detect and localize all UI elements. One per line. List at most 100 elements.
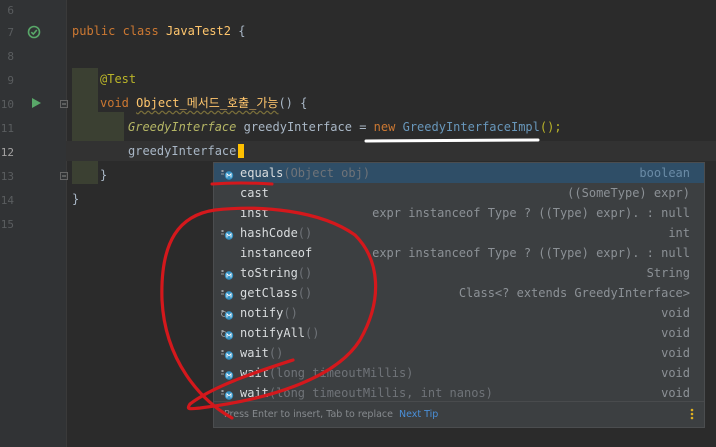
code-line-10[interactable]: void Object_메서드_호출_가능() { — [100, 93, 307, 113]
completion-return-type: void — [661, 386, 690, 400]
test-passed-icon[interactable] — [27, 25, 41, 39]
completion-name: notifyAll() — [240, 326, 320, 340]
method-icon — [220, 267, 234, 280]
completion-name: hashCode() — [240, 226, 313, 240]
line-number: 6 — [7, 4, 14, 17]
completion-item-cast[interactable]: cast ((SomeType) expr) — [214, 183, 704, 203]
final-method-icon — [220, 327, 234, 340]
keyword: new — [373, 120, 396, 134]
completion-params: (long timeoutMillis) — [268, 366, 414, 380]
completion-return-type: String — [646, 266, 690, 280]
method-icon — [220, 227, 234, 240]
next-tip-link[interactable]: Next Tip — [399, 409, 438, 420]
completion-params: () — [283, 306, 298, 320]
code-line-14[interactable]: } — [72, 189, 79, 209]
completion-params: (long timeoutMillis, int nanos) — [268, 386, 493, 400]
method-icon — [220, 347, 234, 360]
completion-item-wait[interactable]: wait(long timeoutMillis) void — [214, 363, 704, 383]
completion-params: () — [305, 326, 320, 340]
code-line-13[interactable]: } — [100, 165, 107, 185]
completion-item-inst[interactable]: inst expr instanceof Type ? ((Type) expr)… — [214, 203, 704, 223]
completion-return-type: Class<? extends GreedyInterface> — [458, 286, 690, 300]
line-number: 7 — [7, 26, 14, 39]
brace: { — [230, 24, 246, 38]
completion-return-type: int — [668, 226, 690, 240]
code-line-9[interactable]: @Test — [100, 69, 136, 89]
completion-item-equals[interactable]: equals(Object obj) boolean — [214, 163, 704, 183]
closing-brace: } — [72, 192, 80, 206]
completion-name: equals(Object obj) — [240, 166, 371, 180]
variable-name: greedyInterface — [243, 120, 352, 134]
editor-gutter: 6 7 8 9 10 11 12 13 14 15 — [0, 0, 68, 447]
completion-params: () — [297, 226, 313, 240]
completion-return-type: void — [661, 326, 690, 340]
line-number: 14 — [0, 194, 14, 207]
completion-item-wait[interactable]: wait() void — [214, 343, 704, 363]
line-number: 10 — [0, 98, 14, 111]
type-name: GreedyInterface — [128, 120, 237, 134]
completion-params: () — [268, 346, 284, 360]
method-icon — [220, 167, 234, 180]
autocomplete-popup[interactable]: equals(Object obj) boolean cast ((SomeType)… — [213, 162, 705, 428]
line-number: 15 — [0, 218, 14, 231]
completion-item-hashCode[interactable]: hashCode() int — [214, 223, 704, 243]
completion-item-notify[interactable]: notify() void — [214, 303, 704, 323]
scope-highlight — [72, 68, 98, 184]
line-number: 13 — [0, 170, 14, 183]
completion-name: instanceof — [240, 246, 313, 260]
fold-marker-icon[interactable] — [60, 100, 68, 108]
completion-name: cast — [240, 186, 269, 200]
completion-item-instanceof[interactable]: instanceof expr instanceof Type ? ((Type)… — [214, 243, 704, 263]
completion-name: toString() — [240, 266, 313, 280]
completion-return-type: ((SomeType) expr) — [567, 186, 690, 200]
completion-name: notify() — [240, 306, 298, 320]
line-number: 9 — [7, 74, 14, 87]
code-line-12[interactable]: greedyInterface. — [128, 141, 244, 161]
completion-return-type: boolean — [639, 166, 690, 180]
line-number: 8 — [7, 50, 14, 63]
variable-access: greedyInterface. — [128, 144, 244, 158]
completion-return-type: void — [661, 306, 690, 320]
completion-params: () — [297, 286, 313, 300]
method-icon — [220, 367, 234, 380]
method-params: () { — [278, 96, 308, 110]
completion-item-toString[interactable]: toString() String — [214, 263, 704, 283]
completion-params: () — [297, 266, 313, 280]
completion-item-wait[interactable]: wait(long timeoutMillis, int nanos) void — [214, 383, 704, 403]
completion-name: wait() — [240, 346, 284, 360]
completion-return-type: void — [661, 346, 690, 360]
completion-name: wait(long timeoutMillis) — [240, 366, 414, 380]
keyword: void — [100, 96, 129, 110]
class-name: JavaTest2 — [165, 24, 231, 38]
annotation: @Test — [100, 72, 137, 86]
fold-marker-icon[interactable] — [60, 172, 68, 180]
keyword: class — [122, 24, 159, 38]
completion-return-type: void — [661, 366, 690, 380]
completion-return-type: expr instanceof Type ? ((Type) expr). : … — [372, 246, 690, 260]
run-test-icon[interactable] — [30, 97, 42, 109]
completion-return-type: expr instanceof Type ? ((Type) expr). : … — [372, 206, 690, 220]
closing-brace: } — [100, 168, 108, 182]
completion-params: (Object obj) — [283, 166, 371, 180]
final-method-icon — [220, 307, 234, 320]
completion-name: getClass() — [240, 286, 313, 300]
autocomplete-hint: Press Enter to insert, Tab to replace Nex… — [224, 409, 439, 420]
completion-name: wait(long timeoutMillis, int nanos) — [240, 386, 493, 400]
operator: = — [351, 120, 374, 134]
completion-item-getClass[interactable]: getClass() Class<? extends GreedyInterfac… — [214, 283, 704, 303]
text-caret — [238, 144, 244, 158]
method-name: Object_메서드_호출_가능 — [136, 96, 279, 110]
code-line-11[interactable]: GreedyInterface greedyInterface = new Gr… — [128, 117, 562, 137]
autocomplete-footer: Press Enter to insert, Tab to replace Nex… — [214, 401, 704, 427]
keyword: public — [72, 24, 116, 38]
method-icon — [220, 387, 234, 400]
completion-name: inst — [240, 206, 269, 220]
more-options-icon[interactable] — [690, 407, 694, 421]
call-parens: (); — [539, 120, 562, 134]
code-line-7[interactable]: public class JavaTest2 { — [72, 21, 245, 41]
line-number: 12 — [0, 146, 14, 159]
impl-class-name: GreedyInterfaceImpl — [402, 120, 540, 134]
line-number: 11 — [0, 122, 14, 135]
method-icon — [220, 287, 234, 300]
completion-item-notifyAll[interactable]: notifyAll() void — [214, 323, 704, 343]
